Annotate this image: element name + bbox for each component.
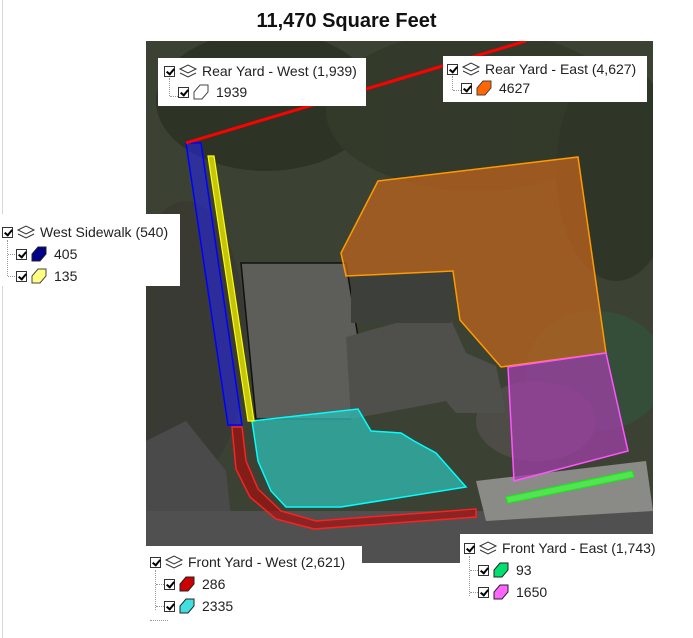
layer-group-row[interactable]: Rear Yard - West (1,939) [164,61,357,81]
layer-item-label: 93 [516,562,532,578]
layer-item-checkbox[interactable] [478,586,489,598]
layer-visibility-checkbox[interactable] [464,542,475,554]
polygon-fill-symbol [179,576,195,592]
legend-rear-yard-east: Rear Yard - East (4,627) 4627 [443,56,647,102]
layer-item-row[interactable]: 2335 [164,596,233,616]
tree-connector [156,584,164,585]
legend-west-sidewalk: West Sidewalk (540) 405 135 [0,214,180,286]
layer-item-row[interactable]: 405 [16,244,77,264]
layer-item-label: 135 [54,268,78,284]
layer-item-row[interactable]: 1650 [478,582,547,602]
layer-group-icon [164,555,184,569]
panel-divider [2,0,3,638]
polygon-fill-symbol [179,598,195,614]
layer-visibility-checkbox[interactable] [150,556,161,568]
tree-connector [156,606,164,607]
tree-connector [453,90,461,91]
layer-item-checkbox[interactable] [164,578,175,590]
layer-item-checkbox[interactable] [164,600,175,612]
layer-item-label: 1939 [216,84,248,100]
layer-group-icon [16,225,36,239]
symbol-shape [179,576,195,592]
layer-item-label: 2335 [202,598,234,614]
layer-group-label: Rear Yard - West (1,939) [202,63,357,79]
tree-connector [169,78,170,96]
layer-group-row[interactable]: Front Yard - East (1,743) [464,538,656,558]
layer-item-checkbox[interactable] [478,564,489,576]
symbol-shape [179,598,195,614]
tree-connector [150,620,168,621]
layer-item-row[interactable]: 286 [164,574,225,594]
tree-connector [155,570,156,610]
tree-connector [469,556,470,596]
layer-item-row[interactable]: 93 [478,560,532,580]
tree-connector [8,276,15,277]
tree-connector [452,76,453,90]
layer-visibility-checkbox[interactable] [2,226,13,238]
tree-connector [470,570,478,571]
layer-visibility-checkbox[interactable] [447,63,458,75]
layer-group-label: Front Yard - West (2,621) [188,554,346,570]
layer-item-checkbox[interactable] [16,248,27,260]
polygon-fill-symbol [493,584,509,600]
layer-group-icon [178,64,198,78]
layer-group-label: Front Yard - East (1,743) [502,540,656,556]
legend-rear-yard-west: Rear Yard - West (1,939) 1939 [158,58,366,106]
tree-connector [8,254,15,255]
symbol-shape [493,562,509,578]
layer-item-checkbox[interactable] [461,82,472,94]
symbol-shape [193,84,209,100]
layer-group-row[interactable]: Rear Yard - East (4,627) [447,59,636,79]
layer-item-label: 405 [54,246,78,262]
symbol-shape [493,584,509,600]
layer-group-label: West Sidewalk (540) [40,224,169,240]
layer-group-row[interactable]: West Sidewalk (540) [2,222,168,242]
layer-item-row[interactable]: 135 [16,266,77,286]
legend-front-yard-west: Front Yard - West (2,621) 286 2335 [146,546,362,624]
symbol-shape [31,268,47,284]
layer-group-label: Rear Yard - East (4,627) [485,61,637,77]
layer-item-checkbox[interactable] [178,86,189,98]
tree-connector [170,96,178,97]
layer-item-row[interactable]: 4627 [461,78,530,98]
polygon-fill-symbol [193,84,209,100]
symbol-shape [476,80,492,96]
aerial-map [146,41,653,563]
layer-item-label: 1650 [516,584,548,600]
polygon-fill-symbol [31,246,47,262]
polygon-fill-symbol [31,268,47,284]
symbol-shape [31,246,47,262]
layer-group-row[interactable]: Front Yard - West (2,621) [150,552,345,572]
legend-front-yard-east: Front Yard - East (1,743) 93 1650 [460,534,660,608]
layer-item-row[interactable]: 1939 [178,82,247,102]
layer-item-label: 4627 [499,80,531,96]
tree-connector [470,592,478,593]
map-title: 11,470 Square Feet [256,10,437,32]
house-main-roof [240,262,359,420]
layer-item-checkbox[interactable] [16,270,27,282]
polygon-fill-symbol [476,80,492,96]
polygon-fill-symbol [493,562,509,578]
layer-item-label: 286 [202,576,226,592]
layer-visibility-checkbox[interactable] [164,65,175,77]
tree-connector [7,240,8,276]
layer-group-icon [461,62,481,76]
layer-group-icon [478,541,498,555]
garage-roof [351,273,451,323]
